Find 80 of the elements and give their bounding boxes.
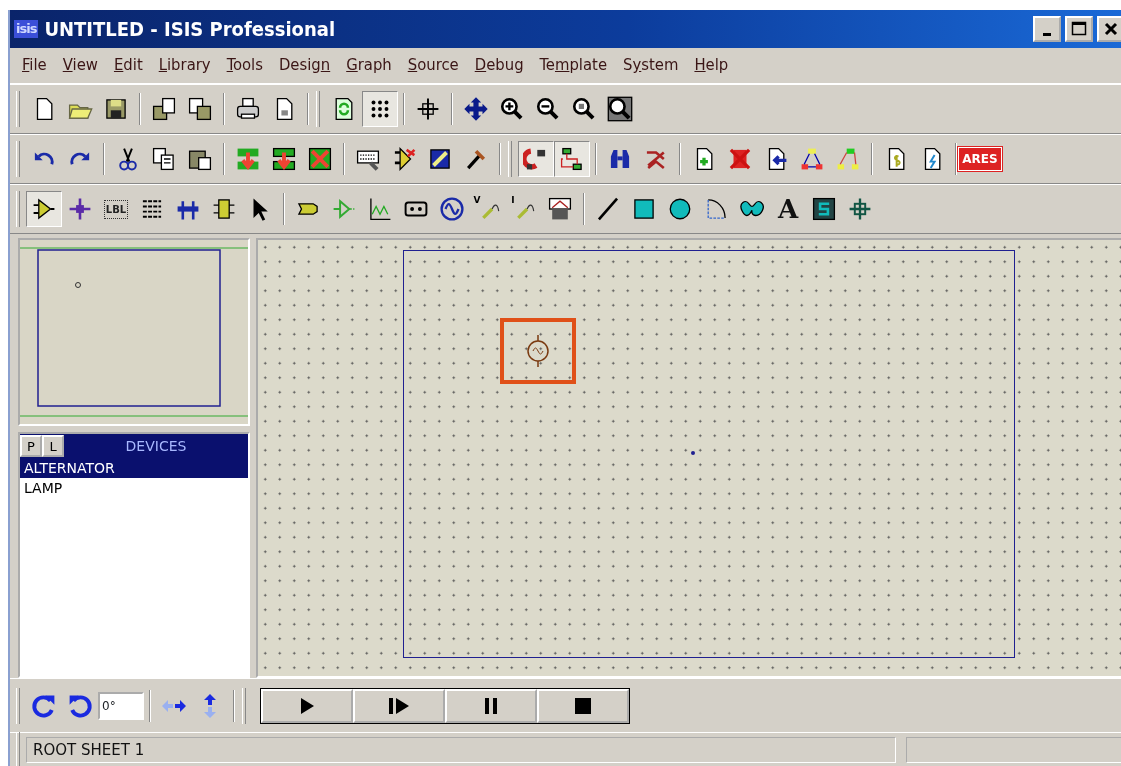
toolbar-button[interactable]: I — [506, 191, 542, 227]
panel-tab[interactable]: L — [42, 435, 64, 457]
square-icon — [631, 196, 657, 222]
menu-item[interactable]: Help — [686, 53, 737, 78]
maximize-button[interactable] — [1065, 16, 1093, 42]
buffer-icon — [31, 196, 57, 222]
alternator-symbol — [525, 334, 551, 368]
minimize-button[interactable] — [1033, 16, 1061, 42]
copy-icon — [151, 146, 177, 172]
menu-item[interactable]: Template — [531, 53, 616, 78]
device-item[interactable]: LAMP — [20, 478, 248, 498]
rotate-anticlockwise-icon — [67, 692, 93, 719]
app-logo: isis — [14, 20, 39, 38]
menu-item[interactable]: Tools — [218, 53, 271, 78]
toolbar-button[interactable] — [26, 191, 62, 227]
maximize-icon — [1071, 21, 1087, 37]
toolbar-button[interactable] — [518, 141, 554, 177]
menu-item[interactable]: Library — [150, 53, 219, 78]
toolbar-button[interactable]: V — [470, 191, 506, 227]
zoom-area-icon — [607, 96, 633, 122]
panel-title: DEVICES — [124, 436, 188, 456]
block-copy-icon — [235, 146, 261, 172]
line-icon — [595, 196, 621, 222]
toolbar-button[interactable] — [554, 141, 590, 177]
angle-field[interactable]: 0° — [98, 691, 144, 720]
menu-item[interactable]: Graph — [338, 53, 400, 78]
origin-marker — [691, 451, 695, 455]
schematic-canvas[interactable] — [256, 238, 1121, 678]
import-icon — [151, 96, 177, 122]
magnifier-icon — [571, 96, 597, 122]
menu-item[interactable]: Edit — [105, 53, 151, 78]
export-icon — [187, 96, 213, 122]
window-title: UNTITLED - ISIS Professional — [44, 16, 337, 43]
play-icon — [299, 696, 315, 715]
pin-icon — [331, 196, 357, 222]
subcircuit-icon — [211, 196, 237, 222]
menu-item[interactable]: Source — [399, 53, 467, 78]
rotate-clockwise-icon — [31, 692, 57, 719]
netlist-icon — [835, 146, 861, 172]
circle-icon — [667, 196, 693, 222]
four-arrow-icon — [463, 96, 489, 122]
close-icon — [1103, 21, 1119, 37]
floppy-icon — [103, 96, 129, 122]
symbol-icon — [811, 196, 837, 222]
panel-tab[interactable]: P — [20, 435, 42, 457]
pause-icon — [483, 696, 499, 715]
toolbar-button[interactable] — [362, 91, 398, 127]
menu-item[interactable]: System — [615, 53, 687, 78]
status-text: ROOT SHEET 1 — [26, 736, 896, 763]
graph-icon — [367, 196, 393, 222]
close-button[interactable] — [1097, 16, 1121, 42]
delete-sheet-icon — [727, 146, 753, 172]
device-item[interactable]: ALTERNATOR — [20, 458, 248, 478]
wiring-icon — [559, 146, 585, 172]
meter-icon — [547, 196, 573, 222]
component[interactable] — [500, 318, 576, 384]
menu-item[interactable]: Design — [270, 53, 339, 78]
menu-item[interactable]: View — [54, 53, 106, 78]
toolbar-button[interactable]: LBL — [98, 191, 134, 227]
menu-item[interactable]: Debug — [466, 53, 532, 78]
chip-icon — [427, 146, 453, 172]
crosshair-icon — [415, 96, 441, 122]
zoom-in-icon — [499, 96, 525, 122]
stop-icon — [574, 696, 592, 715]
junction-icon — [67, 196, 93, 222]
minimize-icon — [1043, 32, 1051, 36]
zoom-out-icon — [535, 96, 561, 122]
toolbar-button[interactable]: A — [770, 191, 806, 227]
block-move-icon — [271, 146, 297, 172]
block-delete-icon — [307, 146, 333, 172]
play-button[interactable] — [261, 688, 353, 723]
step-button[interactable] — [353, 688, 445, 723]
sine-icon — [439, 196, 465, 222]
printer-icon — [235, 96, 261, 122]
pause-button[interactable] — [445, 688, 537, 723]
netlist-icon — [799, 146, 825, 172]
stop-button[interactable] — [537, 688, 629, 723]
menu-item[interactable]: File — [14, 53, 55, 78]
step-icon — [388, 696, 410, 715]
marker-icon — [847, 196, 873, 222]
